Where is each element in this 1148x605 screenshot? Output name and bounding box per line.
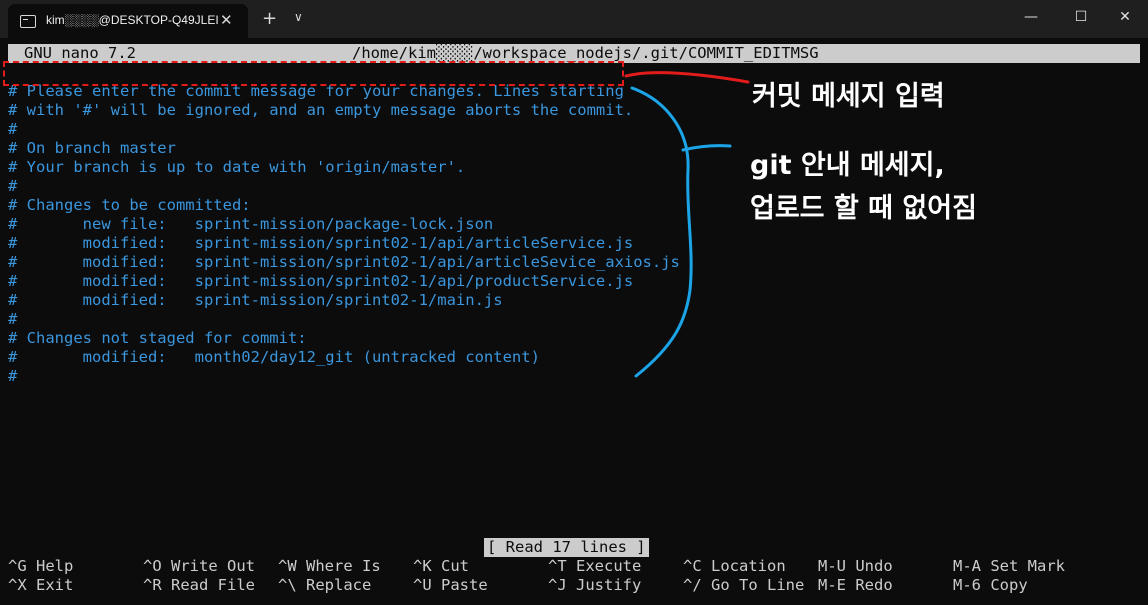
red-arrow-line bbox=[624, 71, 750, 84]
git-guide-annotation-line2: 업로드 할 때 없어짐 bbox=[750, 193, 977, 224]
commit-message-annotation: 커밋 메세지 입력 bbox=[752, 81, 945, 112]
annotation-strokes bbox=[624, 71, 750, 378]
blue-brace-tick bbox=[681, 144, 732, 152]
blue-brace-line bbox=[630, 86, 693, 378]
git-guide-annotation-line1: git 안내 메세지, bbox=[750, 150, 945, 181]
